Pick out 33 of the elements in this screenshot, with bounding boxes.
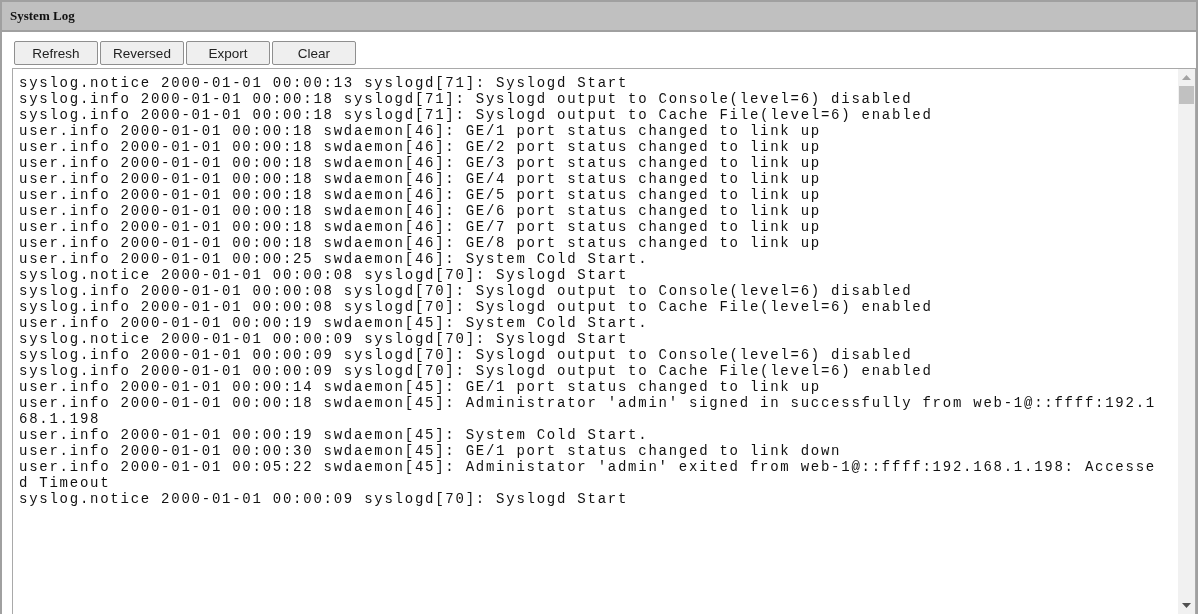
log-entry: user.info 2000-01-01 00:00:19 swdaemon[45]: System Cold Start. [19, 315, 650, 331]
log-textarea[interactable] [12, 68, 1196, 614]
log-entry: user.info 2000-01-01 00:00:19 swdaemon[45]: System Cold Start. [19, 427, 650, 443]
log-entry: user.info 2000-01-01 00:00:18 swdaemon[46]: GE/8 port status changed to link up [19, 235, 822, 251]
log-entry: syslog.info 2000-01-01 00:00:18 syslogd[71]: Syslogd output to Console(level=6) disabled [19, 91, 914, 107]
scroll-up-icon[interactable] [1182, 75, 1191, 80]
log-entry: user.info 2000-01-01 00:00:18 swdaemon[46]: GE/3 port status changed to link up [19, 155, 822, 171]
toolbar-button[interactable]: Clear [272, 41, 356, 65]
log-entry: user.info 2000-01-01 00:00:14 swdaemon[45]: GE/1 port status changed to link up [19, 379, 822, 395]
scrollbar-thumb[interactable] [1179, 86, 1194, 104]
scroll-down-icon[interactable] [1182, 603, 1191, 608]
panel-title: System Log [10, 8, 75, 24]
log-entry: syslog.info 2000-01-01 00:00:09 syslogd[70]: Syslogd output to Cache File(level=6) enabled [19, 363, 934, 379]
log-entry: syslog.notice 2000-01-01 00:00:08 syslogd[70]: Syslogd Start [19, 267, 630, 283]
log-entry: syslog.notice 2000-01-01 00:00:09 syslogd[70]: Syslogd Start [19, 331, 630, 347]
log-entry: syslog.info 2000-01-01 00:00:08 syslogd[70]: Syslogd output to Console(level=6) disabled [19, 283, 914, 299]
log-entry: syslog.notice 2000-01-01 00:00:13 syslogd[71]: Syslogd Start [19, 75, 630, 91]
scrollbar[interactable] [1178, 69, 1195, 614]
log-entry: user.info 2000-01-01 00:00:25 swdaemon[46]: System Cold Start. [19, 251, 650, 267]
log-entry: user.info 2000-01-01 00:00:18 swdaemon[46]: GE/6 port status changed to link up [19, 203, 822, 219]
toolbar-button[interactable]: Export [186, 41, 270, 65]
log-entry: syslog.info 2000-01-01 00:00:09 syslogd[70]: Syslogd output to Console(level=6) disabled [19, 347, 914, 363]
toolbar-button[interactable]: Reversed [100, 41, 184, 65]
log-entry: user.info 2000-01-01 00:00:18 swdaemon[46]: GE/1 port status changed to link up [19, 123, 822, 139]
log-entry: syslog.info 2000-01-01 00:00:08 syslogd[70]: Syslogd output to Cache File(level=6) enabled [19, 299, 934, 315]
log-entry: syslog.notice 2000-01-01 00:00:09 syslogd[70]: Syslogd Start [19, 491, 630, 507]
log-entry: user.info 2000-01-01 00:00:18 swdaemon[46]: GE/7 port status changed to link up [19, 219, 822, 235]
log-entry: user.info 2000-01-01 00:00:18 swdaemon[46]: GE/5 port status changed to link up [19, 187, 822, 203]
log-entry: user.info 2000-01-01 00:00:18 swdaemon[46]: GE/4 port status changed to link up [19, 171, 822, 187]
log-entry: syslog.info 2000-01-01 00:00:18 syslogd[71]: Syslogd output to Cache File(level=6) enabled [19, 107, 934, 123]
log-entry: user.info 2000-01-01 00:00:30 swdaemon[45]: GE/1 port status changed to link down [19, 443, 843, 459]
toolbar-button[interactable]: Refresh [14, 41, 98, 65]
log-entry: user.info 2000-01-01 00:00:18 swdaemon[46]: GE/2 port status changed to link up [19, 139, 822, 155]
